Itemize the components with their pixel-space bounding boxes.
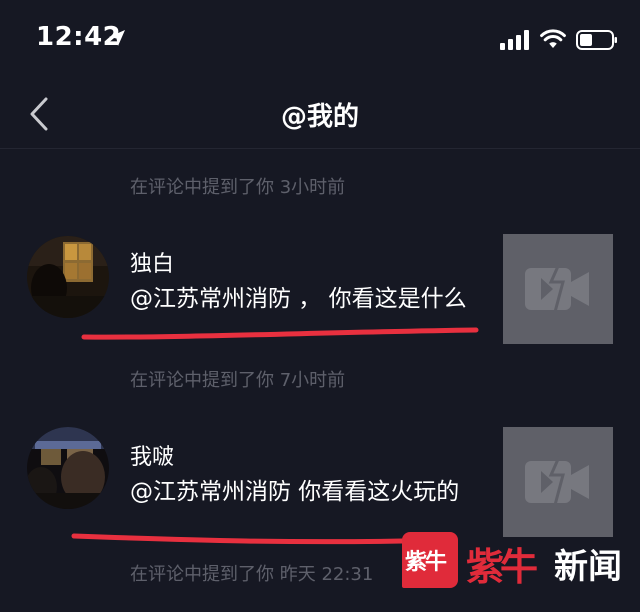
username[interactable]: 我啵 xyxy=(130,439,174,471)
watermark-logo-text: 紫牛 xyxy=(466,544,538,589)
watermark-badge: 紫牛 xyxy=(402,532,458,588)
comment-text: @江苏常州消防 你看看这火玩的 xyxy=(130,479,460,505)
page-title: @我的 xyxy=(280,102,359,132)
annotation-underline xyxy=(71,533,455,545)
avatar-image xyxy=(27,236,109,318)
cellular-signal-icon xyxy=(500,30,529,50)
location-arrow-icon xyxy=(109,30,125,46)
username[interactable]: 独白 xyxy=(130,246,174,278)
video-placeholder-icon xyxy=(525,456,589,506)
annotation-underline xyxy=(81,327,479,340)
mention-meta: 在评论中提到了你 昨天 22:31 xyxy=(130,564,374,585)
avatar[interactable] xyxy=(27,427,109,509)
watermark-word: 新闻 xyxy=(554,547,622,587)
video-thumbnail[interactable] xyxy=(503,234,613,344)
watermark-logo: 紫牛 紫牛 新闻 xyxy=(402,528,632,596)
nav-bar: @我的 xyxy=(0,80,640,149)
mentions-screen: 12:42 @我的 在评论中提到了你 3小时前 独白 @江苏常州消防 ， 你看这… xyxy=(0,0,640,612)
avatar[interactable] xyxy=(27,236,109,318)
wifi-icon xyxy=(540,29,566,48)
mention-meta: 在评论中提到了你 3小时前 xyxy=(130,177,346,198)
status-bar: 12:42 xyxy=(0,0,640,80)
battery-icon xyxy=(576,30,617,50)
video-placeholder-icon xyxy=(525,263,589,313)
comment-text: @江苏常州消防 ， 你看这是什么 xyxy=(130,286,467,312)
mention-meta: 在评论中提到了你 7小时前 xyxy=(130,370,346,391)
video-thumbnail[interactable] xyxy=(503,427,613,537)
avatar-image xyxy=(27,427,109,509)
